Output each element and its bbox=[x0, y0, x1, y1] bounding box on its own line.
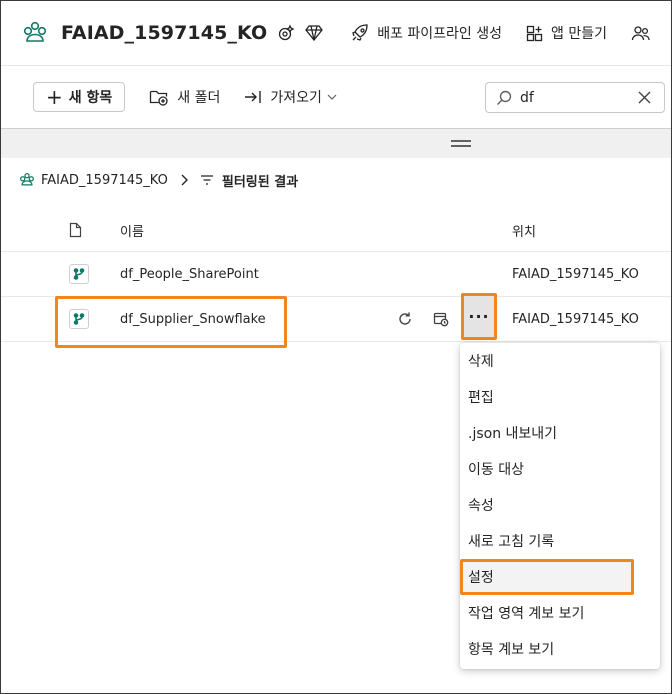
item-location: FAIAD_1597145_KO bbox=[512, 266, 639, 282]
menu-item-properties[interactable]: 속성 bbox=[460, 487, 660, 523]
new-item-button[interactable]: + 새 항목 bbox=[33, 82, 126, 112]
location-column-header[interactable]: 위치 bbox=[512, 209, 536, 251]
menu-item-refresh-history[interactable]: 새로 고침 기록 bbox=[460, 523, 660, 559]
breadcrumb: FAIAD_1597145_KO 필터링된 결과 bbox=[19, 169, 298, 191]
new-item-label: 새 항목 bbox=[68, 90, 113, 106]
workspace-settings-icon[interactable] bbox=[277, 24, 295, 42]
manage-access-button[interactable] bbox=[631, 24, 659, 42]
workspace-logo-icon bbox=[21, 19, 49, 47]
clear-search-icon[interactable] bbox=[637, 90, 652, 109]
menu-item-settings[interactable]: 설정 bbox=[460, 559, 634, 595]
new-folder-label: 새 폴더 bbox=[177, 90, 221, 106]
menu-item-item-lineage[interactable]: 항목 계보 보기 bbox=[460, 631, 660, 667]
workspace-title: FAIAD_1597145_KO bbox=[61, 22, 268, 44]
dataflow-icon bbox=[69, 264, 89, 284]
header-actions: 배포 파이프라인 생성 앱 만들기 bbox=[327, 1, 659, 65]
row-actions bbox=[397, 297, 469, 341]
search-icon bbox=[497, 90, 512, 105]
menu-item-move-to[interactable]: 이동 대상 bbox=[460, 451, 660, 487]
create-app-label: 앱 만들기 bbox=[551, 26, 607, 42]
workspace-crumb-icon bbox=[20, 173, 34, 186]
people-icon bbox=[631, 26, 650, 41]
import-label: 가져오기 bbox=[270, 90, 322, 106]
dataflow-icon bbox=[69, 309, 89, 329]
table-header-row: 이름 위치 bbox=[1, 209, 671, 252]
import-dropdown[interactable]: 가져오기 bbox=[244, 87, 337, 107]
type-column-header[interactable] bbox=[69, 209, 82, 251]
refresh-icon[interactable] bbox=[397, 311, 413, 327]
item-location: FAIAD_1597145_KO bbox=[512, 311, 639, 327]
menu-item-workspace-lineage[interactable]: 작업 영역 계보 보기 bbox=[460, 595, 660, 631]
new-folder-button[interactable]: 새 폴더 bbox=[149, 87, 220, 107]
rocket-icon bbox=[352, 24, 368, 41]
menu-item-export-json[interactable]: .json 내보내기 bbox=[460, 415, 660, 451]
items-table: 이름 위치 df_People_SharePoint FAIAD_1597145… bbox=[1, 209, 671, 342]
item-name-link[interactable]: df_Supplier_Snowflake bbox=[120, 297, 266, 341]
document-icon bbox=[69, 222, 82, 238]
pane-splitter[interactable] bbox=[1, 128, 671, 158]
table-row[interactable]: df_Supplier_Snowflake FAIAD_1597145_KO bbox=[1, 297, 671, 342]
filter-icon bbox=[200, 175, 213, 185]
create-pipeline-button[interactable]: 배포 파이프라인 생성 bbox=[351, 23, 502, 43]
chevron-down-icon bbox=[327, 94, 337, 100]
create-pipeline-label: 배포 파이프라인 생성 bbox=[377, 26, 503, 42]
schedule-refresh-icon[interactable] bbox=[433, 311, 449, 327]
folder-add-icon bbox=[150, 90, 168, 106]
workspace-toolbar: + 새 항목 새 폴더 가져오기 bbox=[1, 65, 671, 128]
breadcrumb-workspace-link[interactable]: FAIAD_1597145_KO bbox=[41, 173, 168, 188]
drag-handle-icon[interactable] bbox=[451, 140, 471, 150]
more-options-button[interactable]: ··· bbox=[461, 293, 497, 340]
workspace-header: FAIAD_1597145_KO 배포 파이프라인 생성 앱 만들기 bbox=[1, 1, 671, 65]
search-input[interactable] bbox=[520, 89, 630, 106]
chevron-right-icon bbox=[180, 174, 188, 186]
item-context-menu: 삭제 편집 .json 내보내기 이동 대상 속성 새로 고침 기록 설정 작업… bbox=[460, 343, 660, 669]
app-window: FAIAD_1597145_KO 배포 파이프라인 생성 앱 만들기 + 새 항… bbox=[0, 0, 672, 694]
name-column-header[interactable]: 이름 bbox=[120, 209, 144, 251]
menu-item-edit[interactable]: 편집 bbox=[460, 379, 660, 415]
search-box[interactable] bbox=[485, 82, 665, 113]
breadcrumb-filter-label: 필터링된 결과 bbox=[221, 174, 299, 190]
premium-diamond-icon bbox=[305, 25, 324, 41]
create-app-button[interactable]: 앱 만들기 bbox=[526, 23, 607, 43]
item-name-link[interactable]: df_People_SharePoint bbox=[120, 252, 259, 296]
plus-icon: + bbox=[46, 85, 63, 109]
table-row[interactable]: df_People_SharePoint FAIAD_1597145_KO bbox=[1, 252, 671, 297]
app-grid-icon bbox=[526, 25, 543, 41]
import-arrow-icon bbox=[245, 91, 262, 103]
menu-item-delete[interactable]: 삭제 bbox=[460, 343, 660, 379]
